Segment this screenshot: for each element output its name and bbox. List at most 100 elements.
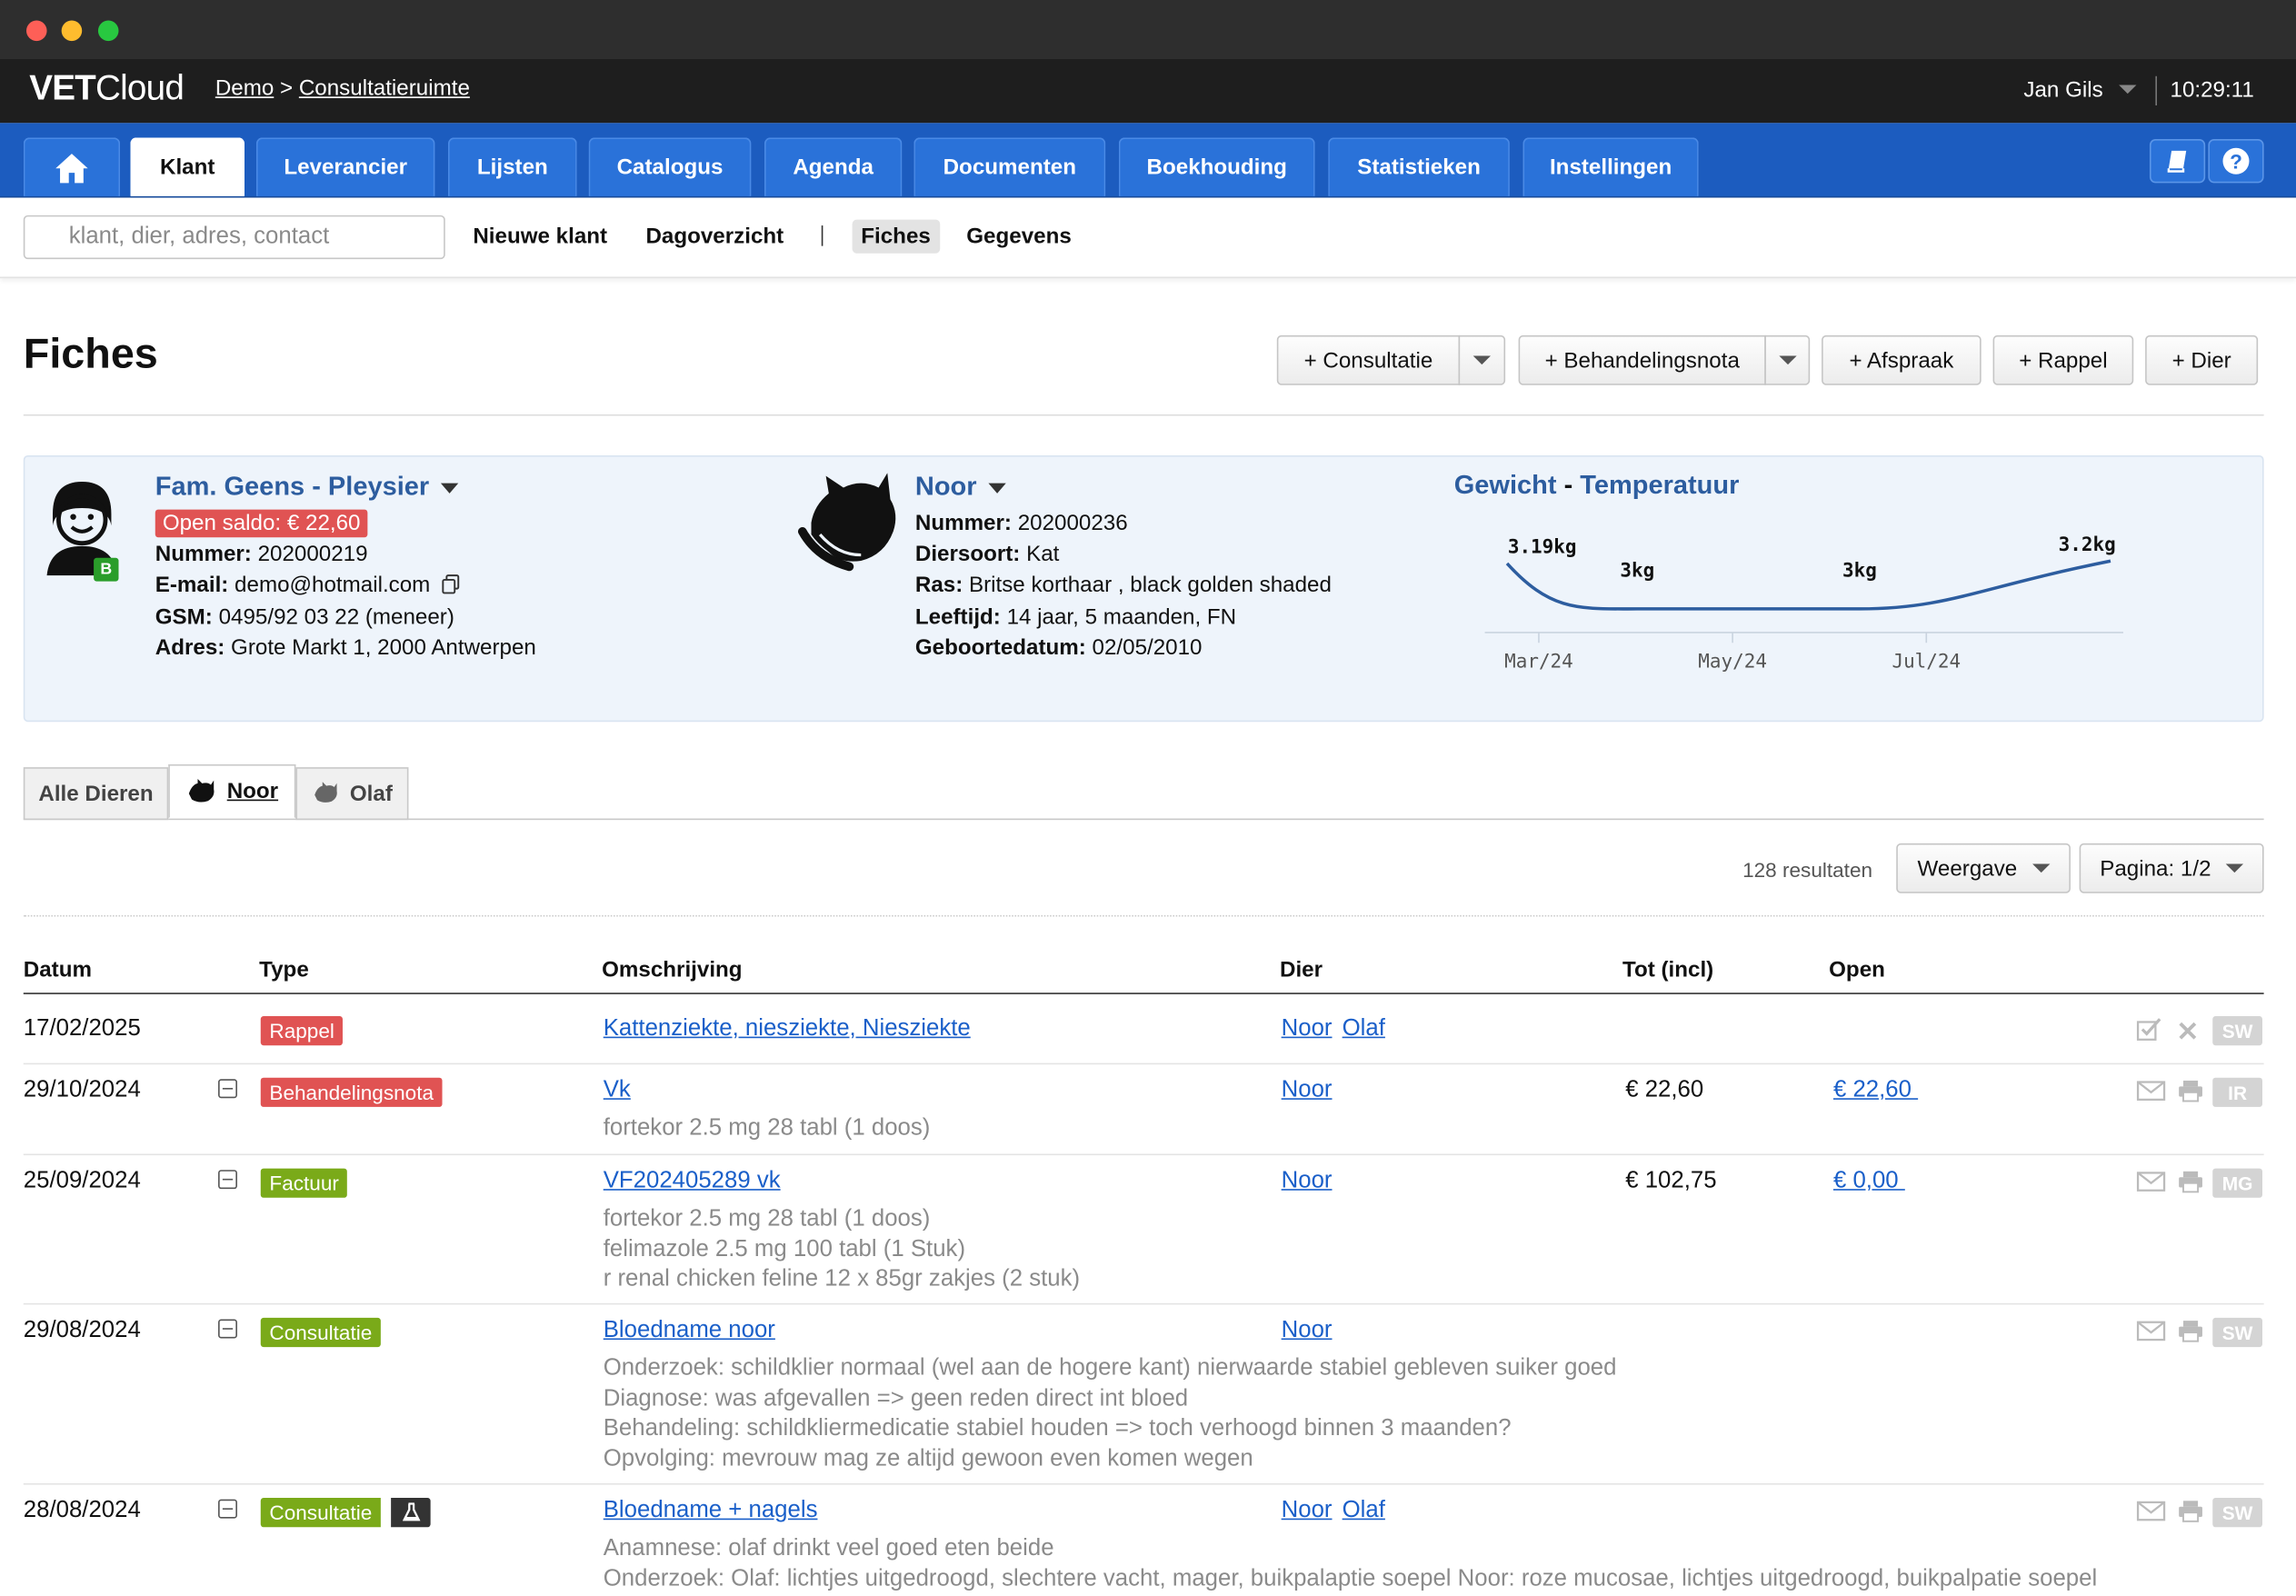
clock: 10:29:11: [2170, 77, 2254, 103]
tab-noor[interactable]: Noor: [168, 763, 296, 819]
home-tab[interactable]: [23, 137, 121, 196]
tab-documenten[interactable]: Documenten: [913, 137, 1106, 196]
row-total: € 102,75: [1625, 1168, 1717, 1193]
client-gsm: GSM: 0495/92 03 22 (meneer): [155, 604, 454, 630]
tab-catalogus[interactable]: Catalogus: [588, 137, 752, 196]
row-animal-link[interactable]: Noor: [1282, 1169, 1333, 1195]
chevron-down-icon: [1778, 355, 1796, 365]
print-icon[interactable]: [2178, 1170, 2204, 1193]
collapse-row-button[interactable]: [218, 1499, 237, 1519]
close-window-button[interactable]: [25, 20, 47, 42]
mail-icon[interactable]: [2136, 1172, 2166, 1192]
animal-name[interactable]: Noor: [915, 472, 1006, 503]
user-initials-badge[interactable]: SW: [2212, 1016, 2262, 1046]
tab-lijsten[interactable]: Lijsten: [447, 137, 577, 196]
row-description-line: fortekor 2.5 mg 28 tabl (1 doos): [603, 1115, 931, 1141]
row-date: 29/10/2024: [23, 1077, 141, 1103]
type-badge: Factuur: [260, 1168, 348, 1198]
tab-olaf-label: Olaf: [349, 781, 393, 806]
breadcrumb: Demo > Consultatieruimte: [215, 76, 470, 101]
type-badge: Behandelingsnota: [260, 1077, 443, 1107]
add-consultatie-button[interactable]: + Consultatie: [1276, 334, 1461, 385]
chart-title-temperature[interactable]: Temperatuur: [1580, 470, 1739, 499]
zoom-window-button[interactable]: [97, 20, 119, 42]
fiches-link[interactable]: Fiches: [852, 219, 940, 254]
row-title-link[interactable]: Bloedname + nagels: [604, 1498, 818, 1524]
row-title-link[interactable]: Vk: [604, 1078, 631, 1104]
row-animal-link[interactable]: Noor: [1282, 1498, 1333, 1524]
user-initials-badge[interactable]: MG: [2212, 1168, 2262, 1198]
home-icon: [55, 153, 88, 183]
add-dier-button[interactable]: + Dier: [2145, 334, 2259, 385]
add-rappel-button[interactable]: + Rappel: [1992, 334, 2134, 385]
row-animal-link[interactable]: Olaf: [1343, 1498, 1385, 1524]
collapse-row-button[interactable]: [218, 1319, 237, 1339]
chevron-down-icon: [1472, 355, 1491, 365]
row-open-amount-link[interactable]: € 22,60: [1833, 1078, 1918, 1104]
user-menu[interactable]: Jan Gils: [2023, 77, 2102, 102]
tab-boekhouding[interactable]: Boekhouding: [1118, 137, 1315, 196]
app-header: VETCloud Demo > Consultatieruimte Jan Gi…: [0, 58, 2296, 124]
check-icon[interactable]: [2136, 1018, 2162, 1042]
tab-instellingen[interactable]: Instellingen: [1522, 137, 1699, 196]
collapse-row-button[interactable]: [218, 1079, 237, 1099]
column-header-type[interactable]: Type: [259, 958, 309, 983]
user-initials-badge[interactable]: SW: [2212, 1498, 2262, 1528]
manual-button[interactable]: [2149, 139, 2206, 184]
print-icon[interactable]: [2178, 1079, 2204, 1102]
row-description-line: Anamnese: olaf drinkt veel goed eten bei…: [603, 1535, 1054, 1561]
user-initials-badge[interactable]: SW: [2212, 1317, 2262, 1348]
delete-icon[interactable]: [2178, 1021, 2199, 1042]
weergave-dropdown[interactable]: Weergave: [1896, 843, 2071, 893]
subnav-divider: [821, 225, 824, 246]
chevron-down-icon: [2031, 863, 2050, 873]
vetcloud-window: VETCloud Demo > Consultatieruimte Jan Gi…: [0, 0, 2296, 1596]
collapse-row-button[interactable]: [218, 1170, 237, 1190]
mail-icon[interactable]: [2136, 1081, 2166, 1102]
copy-icon[interactable]: [441, 574, 462, 595]
mail-icon[interactable]: [2136, 1501, 2166, 1521]
search-input[interactable]: [23, 214, 445, 260]
nieuwe-klant-link[interactable]: Nieuwe klant: [473, 224, 607, 248]
gegevens-link[interactable]: Gegevens: [966, 224, 1072, 248]
row-animal-link[interactable]: Noor: [1282, 1318, 1333, 1344]
pagination-dropdown[interactable]: Pagina: 1/2: [2079, 843, 2264, 893]
row-title-link[interactable]: Kattenziekte, niesziekte, Niesziekte: [604, 1016, 971, 1042]
column-header-open[interactable]: Open: [1829, 958, 1885, 983]
consultatie-dropdown-button[interactable]: [1458, 334, 1506, 385]
print-icon[interactable]: [2178, 1500, 2204, 1523]
mail-icon[interactable]: [2136, 1321, 2166, 1342]
help-button[interactable]: ?: [2208, 139, 2264, 184]
tab-olaf[interactable]: Olaf: [295, 767, 409, 821]
add-afspraak-button[interactable]: + Afspraak: [1822, 334, 1982, 385]
user-initials-badge[interactable]: IR: [2212, 1077, 2262, 1107]
breadcrumb-consultatieruimte-link[interactable]: Consultatieruimte: [299, 76, 470, 101]
breadcrumb-demo-link[interactable]: Demo: [215, 76, 274, 101]
column-header-dier[interactable]: Dier: [1280, 958, 1323, 983]
dagoverzicht-link[interactable]: Dagoverzicht: [645, 224, 784, 248]
print-icon[interactable]: [2178, 1320, 2204, 1343]
tab-leverancier[interactable]: Leverancier: [255, 137, 435, 196]
tab-agenda[interactable]: Agenda: [764, 137, 903, 196]
row-open-amount-link[interactable]: € 0,00: [1833, 1169, 1905, 1195]
open-saldo-badge: Open saldo: € 22,60: [155, 509, 368, 538]
row-animal-link[interactable]: Olaf: [1343, 1016, 1385, 1042]
add-behandelingsnota-button[interactable]: + Behandelingsnota: [1518, 334, 1766, 385]
row-divider: [23, 1062, 2264, 1065]
tab-statistieken[interactable]: Statistieken: [1328, 137, 1510, 196]
tab-alle-dieren[interactable]: Alle Dieren: [23, 767, 169, 821]
row-title-link[interactable]: VF202405289 vk: [604, 1169, 781, 1195]
chart-title-weight[interactable]: Gewicht: [1454, 470, 1557, 499]
row-animal-link[interactable]: Noor: [1282, 1078, 1333, 1104]
column-header-omschrijving[interactable]: Omschrijving: [602, 958, 742, 983]
behandelingsnota-dropdown-button[interactable]: [1764, 334, 1811, 385]
row-title-link[interactable]: Bloedname noor: [604, 1318, 775, 1344]
user-menu-chevron-down-icon[interactable]: [2119, 85, 2137, 95]
tab-klant[interactable]: Klant: [130, 137, 245, 196]
column-header-datum[interactable]: Datum: [24, 958, 92, 983]
client-name[interactable]: Fam. Geens - Pleysier: [155, 472, 459, 503]
minimize-window-button[interactable]: [61, 20, 83, 42]
vetcloud-logo[interactable]: VETCloud: [29, 69, 185, 110]
column-header-totaal[interactable]: Tot (incl): [1622, 958, 1713, 983]
row-animal-link[interactable]: Noor: [1282, 1016, 1333, 1042]
